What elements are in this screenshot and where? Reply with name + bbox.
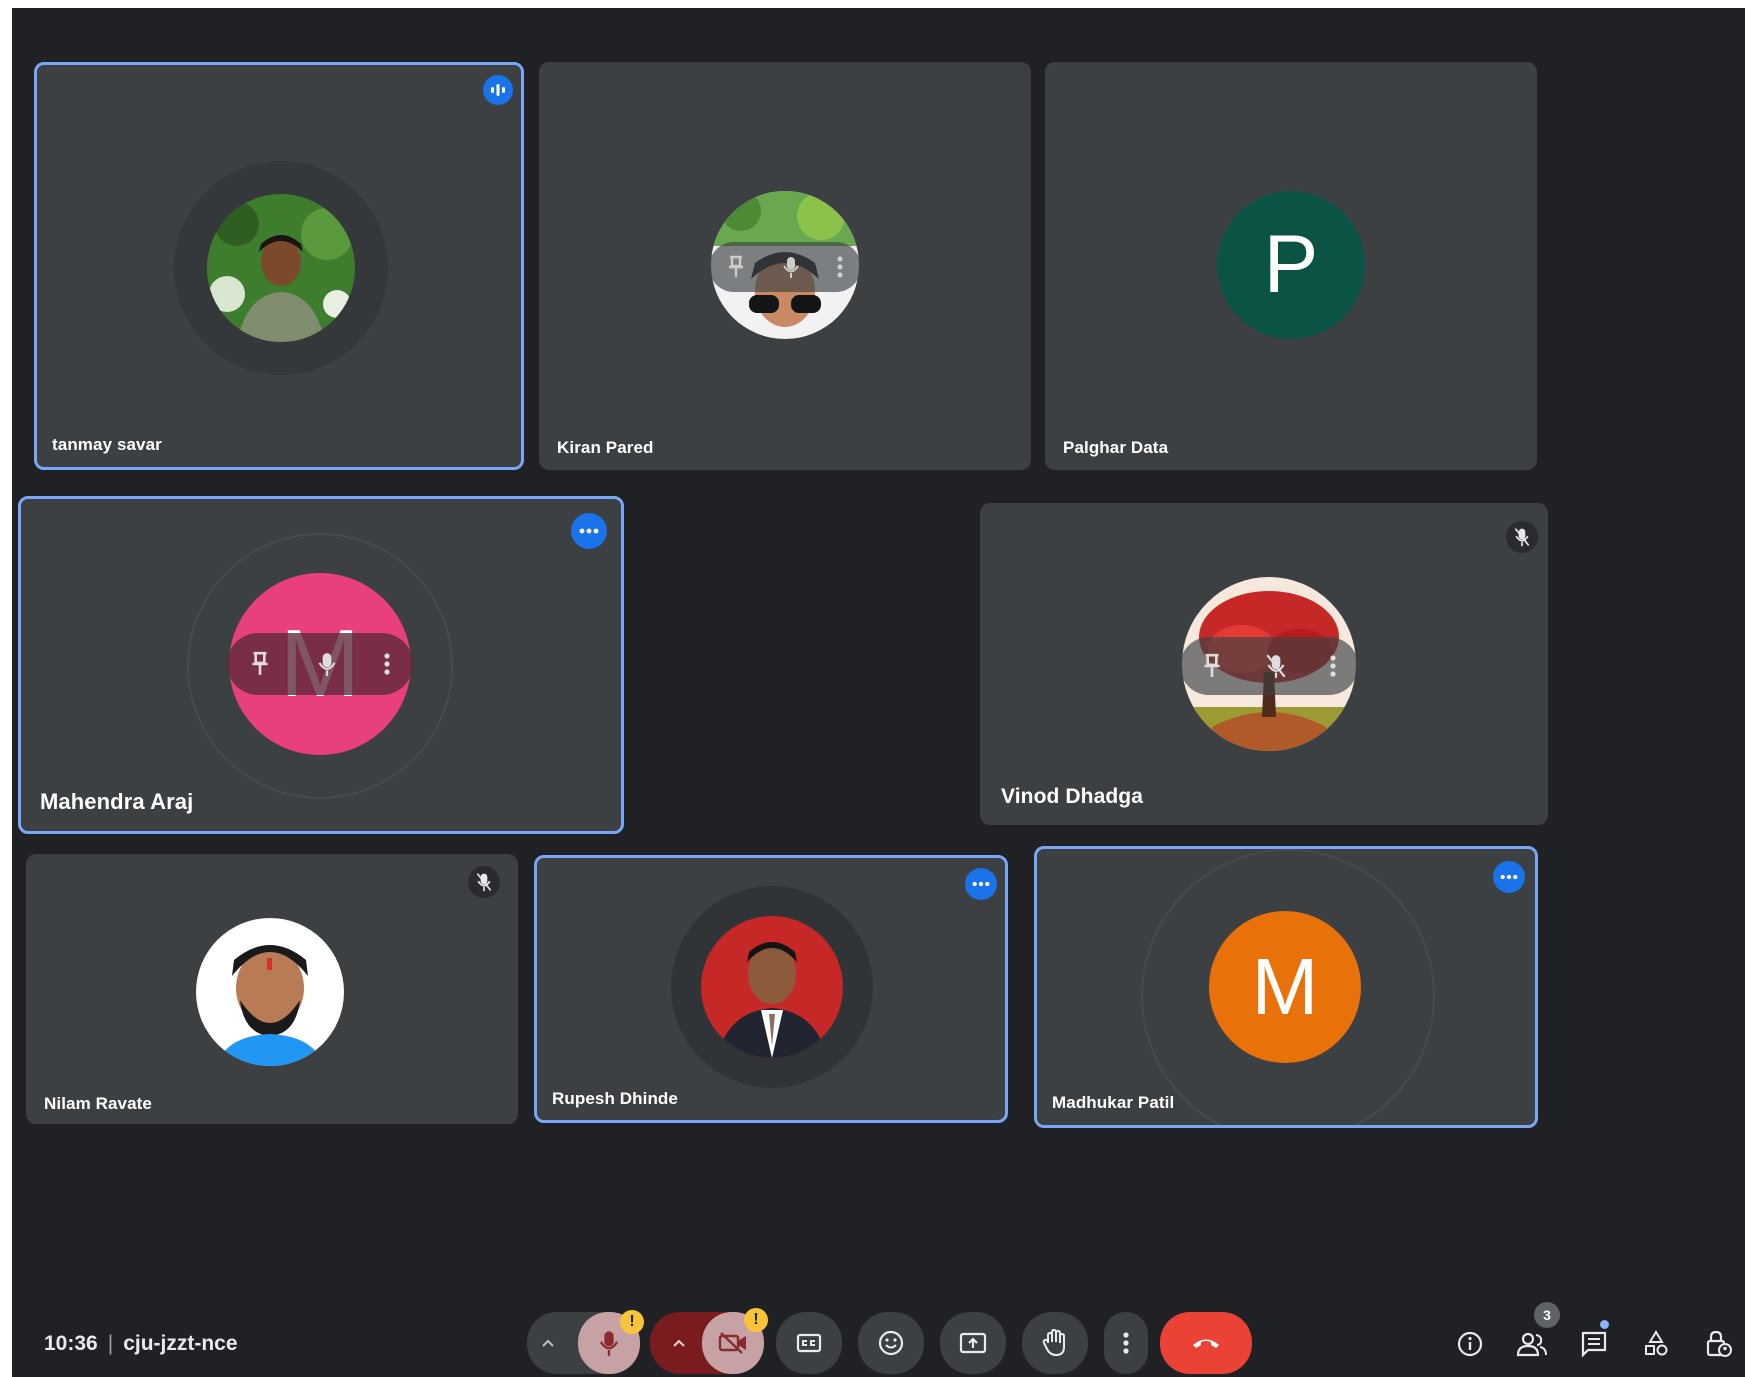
chat-button[interactable] (1576, 1326, 1612, 1362)
lock-person-icon (1706, 1330, 1732, 1357)
participant-tile-nilam-ravate[interactable]: Nilam Ravate (26, 854, 518, 1124)
people-button[interactable] (1514, 1326, 1550, 1362)
avatar-letter: M (1209, 911, 1361, 1063)
participant-tile-mahendra-araj[interactable]: M Mahendra Araj (18, 496, 624, 834)
more-options-button[interactable] (1104, 1312, 1148, 1374)
info-icon (1457, 1331, 1483, 1357)
hand-icon (1042, 1329, 1065, 1357)
participant-name: Rupesh Dhinde (552, 1089, 678, 1108)
call-end-icon (1193, 1339, 1219, 1348)
more-vert-icon[interactable] (837, 256, 843, 278)
activities-button[interactable] (1638, 1326, 1674, 1362)
mic-off-icon (468, 866, 500, 898)
camera-warning-icon: ! (744, 1308, 768, 1332)
present-screen-button[interactable] (940, 1312, 1006, 1374)
meeting-stage: tanmay savar Kiran Pared P Palghar Data … (12, 8, 1745, 1377)
pin-icon[interactable] (727, 255, 745, 279)
meeting-code: cju-jzzt-nce (123, 1332, 238, 1355)
divider: | (107, 1332, 114, 1355)
microphone-warning-icon: ! (620, 1310, 644, 1334)
participant-count-badge: 3 (1534, 1302, 1560, 1328)
participant-tile-tanmay-savar[interactable]: tanmay savar (34, 62, 524, 470)
participant-name: Vinod Dhadga (1001, 785, 1143, 808)
participant-name: Nilam Ravate (44, 1094, 152, 1113)
people-icon (1516, 1332, 1547, 1357)
camera-off-icon (718, 1332, 746, 1354)
participant-hover-controls (709, 242, 861, 292)
participant-tile-kiran-pared[interactable]: Kiran Pared (539, 62, 1031, 470)
leave-call-button[interactable] (1160, 1312, 1252, 1374)
present-to-all-icon (959, 1332, 987, 1354)
avatar-initial: M (1251, 942, 1319, 1031)
activities-icon (1645, 1330, 1668, 1356)
microphone-icon (599, 1331, 619, 1356)
avatar (701, 916, 843, 1058)
avatar (207, 194, 355, 342)
participant-tile-madhukar-patil[interactable]: M Madhukar Patil (1034, 846, 1538, 1128)
more-options-icon[interactable] (571, 513, 607, 549)
raise-hand-button[interactable] (1022, 1312, 1088, 1374)
participant-tile-rupesh-dhinde[interactable]: Rupesh Dhinde (534, 855, 1008, 1123)
microphone-icon[interactable] (782, 255, 800, 279)
mic-off-icon (1506, 521, 1538, 553)
meeting-details-button[interactable] (1452, 1326, 1488, 1362)
more-vert-icon (1123, 1332, 1129, 1354)
emoji-icon (878, 1330, 904, 1356)
avatar (196, 918, 344, 1066)
more-options-icon[interactable] (965, 868, 997, 900)
chevron-up-icon (673, 1339, 685, 1347)
participant-name: Madhukar Patil (1052, 1093, 1175, 1112)
participant-tile-vinod-dhadga[interactable]: Vinod Dhadga (980, 503, 1548, 825)
clock-time: 10:36 (44, 1332, 98, 1355)
chevron-up-icon (542, 1339, 554, 1347)
chat-icon (1581, 1331, 1607, 1358)
participant-name: Palghar Data (1063, 438, 1169, 457)
reactions-button[interactable] (858, 1312, 924, 1374)
meeting-info: 10:36 | cju-jzzt-nce (44, 1332, 238, 1356)
pin-icon[interactable] (250, 651, 270, 677)
participant-name: Kiran Pared (557, 438, 654, 457)
more-vert-icon[interactable] (1330, 654, 1336, 678)
chat-notification-dot (1600, 1320, 1609, 1329)
participant-tile-palghar-data[interactable]: P Palghar Data (1045, 62, 1537, 470)
closed-captions-icon (796, 1333, 822, 1353)
participant-hover-controls (227, 633, 413, 695)
participant-hover-controls (1180, 637, 1358, 695)
captions-button[interactable] (776, 1312, 842, 1374)
microphone-icon[interactable] (317, 651, 337, 677)
avatar-initial: P (1263, 219, 1319, 310)
pin-icon[interactable] (1202, 653, 1222, 679)
host-controls-button[interactable] (1700, 1326, 1736, 1362)
speaking-indicator-icon (483, 75, 513, 105)
avatar-letter: P (1217, 191, 1365, 339)
participant-name: Mahendra Araj (40, 789, 194, 814)
more-options-icon[interactable] (1493, 861, 1525, 893)
mic-off-icon[interactable] (1266, 653, 1286, 679)
more-vert-icon[interactable] (384, 652, 390, 676)
participant-name: tanmay savar (52, 435, 162, 454)
